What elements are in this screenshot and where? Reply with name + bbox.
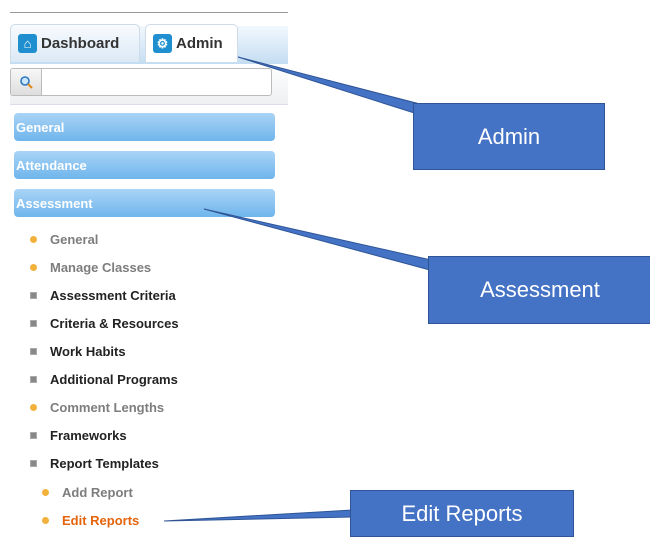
edit-reports-pointer (163, 509, 353, 522)
callout-assessment: Assessment (428, 256, 650, 324)
assessment-pointer (203, 208, 454, 277)
admin-pointer (237, 56, 432, 119)
callout-admin: Admin (413, 103, 605, 170)
